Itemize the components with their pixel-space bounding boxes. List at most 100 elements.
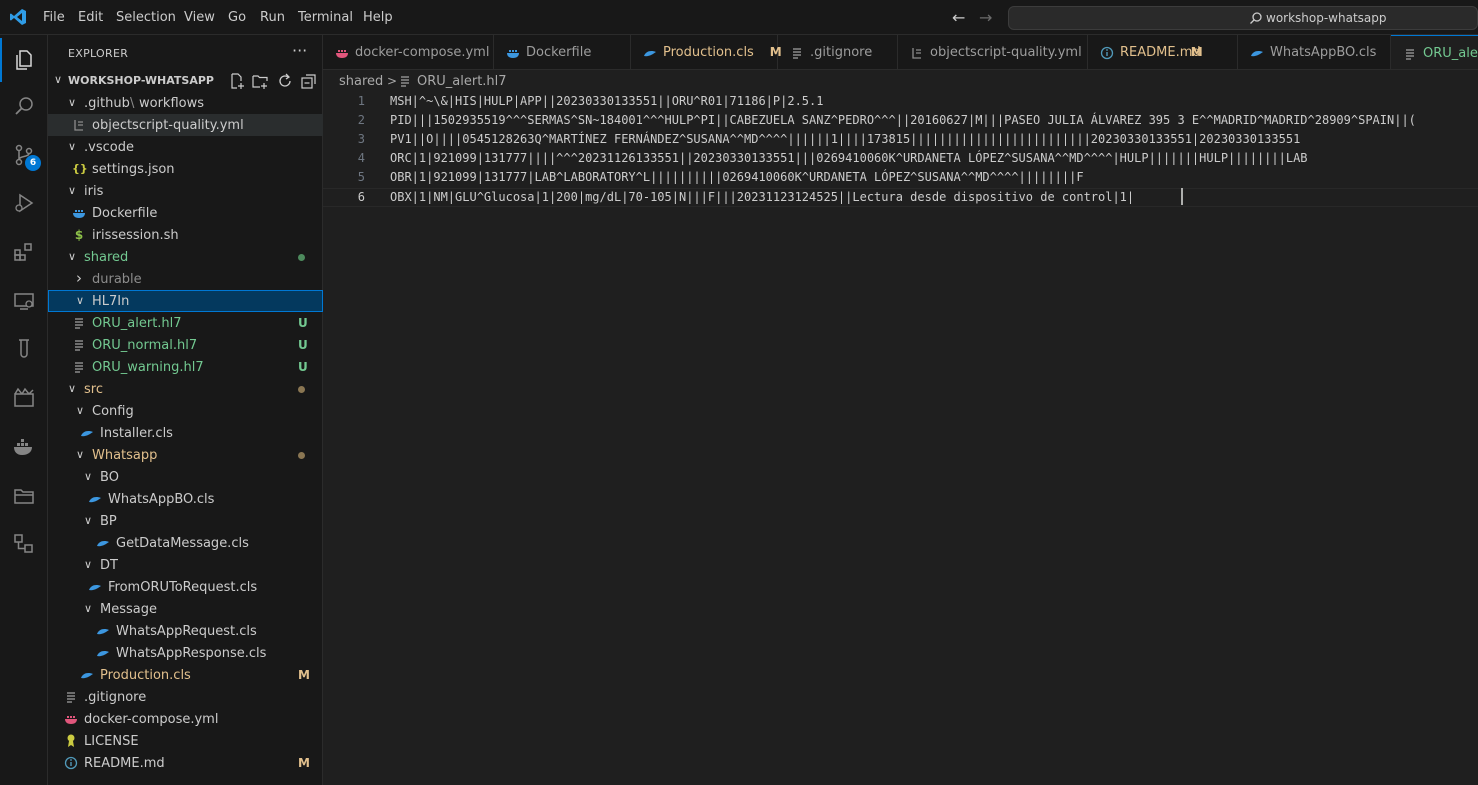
code-editor[interactable]: 1 MSH|^~\&|HIS|HULP|APP||20230330133551||…	[323, 92, 1478, 785]
git-status-badge: M	[298, 668, 310, 682]
tree-file[interactable]: README.md M	[48, 752, 323, 774]
testing-icon[interactable]	[0, 327, 48, 371]
tree-file[interactable]: {} settings.json	[48, 158, 323, 180]
editor-tab[interactable]: Production.cls M	[631, 35, 782, 69]
menu-file[interactable]: File	[43, 10, 65, 25]
tree-file[interactable]: Installer.cls	[48, 422, 323, 444]
tree-folder[interactable]: ∨ BP	[48, 510, 323, 532]
tree-folder[interactable]: ∨ HL7In	[48, 290, 323, 312]
tree-folder[interactable]: ∨ .github \ workflows	[48, 92, 323, 114]
menu-selection[interactable]: Selection	[116, 10, 176, 25]
code-line[interactable]: 2 PID|||1502935519^^^SERMAS^SN~184001^^^H…	[323, 112, 1478, 131]
tree-file[interactable]: FromORUToRequest.cls	[48, 576, 323, 598]
chevron-down-icon[interactable]: ∨	[68, 140, 80, 153]
editor-tab[interactable]: WhatsAppBO.cls	[1238, 35, 1391, 69]
tree-file[interactable]: LICENSE	[48, 730, 323, 752]
new-folder-icon[interactable]	[251, 72, 269, 90]
tree-file[interactable]: ORU_warning.hl7 U	[48, 356, 323, 378]
editor-tab[interactable]: docker-compose.yml	[323, 35, 494, 69]
tree-folder[interactable]: ∨ Config	[48, 400, 323, 422]
chevron-down-icon[interactable]: ∨	[68, 184, 80, 197]
command-center-search[interactable]: workshop-whatsapp	[1008, 6, 1478, 30]
code-line[interactable]: 6 OBX|1|NM|GLU^Glucosa|1|200|mg/dL|70-105…	[323, 188, 1478, 207]
tree-item-label: DT	[100, 558, 118, 573]
chevron-down-icon[interactable]: ∨	[76, 294, 88, 307]
chevron-right-icon[interactable]: ›	[76, 269, 88, 287]
menu-go[interactable]: Go	[228, 10, 246, 25]
menu-run[interactable]: Run	[260, 10, 285, 25]
editor-tab[interactable]: README.md M	[1088, 35, 1238, 69]
tree-file[interactable]: WhatsAppBO.cls	[48, 488, 323, 510]
source-control-icon[interactable]	[0, 133, 48, 177]
tree-item-label: README.md	[84, 756, 165, 771]
explorer-icon[interactable]	[0, 38, 48, 82]
tree-folder[interactable]: ∨ .vscode	[48, 136, 323, 158]
editor-tab[interactable]: Dockerfile	[494, 35, 631, 69]
tree-file[interactable]: Production.cls M	[48, 664, 323, 686]
search-icon[interactable]	[0, 84, 48, 128]
license-file-icon	[64, 733, 78, 749]
line-number: 2	[357, 113, 365, 127]
chevron-down-icon[interactable]: ∨	[84, 470, 96, 483]
tree-item-label: settings.json	[92, 162, 175, 177]
editor-tab[interactable]: ORU_alert.hl7	[1391, 35, 1478, 69]
tree-folder[interactable]: ∨ iris	[48, 180, 323, 202]
chevron-down-icon[interactable]: ∨	[68, 250, 80, 263]
tree-file[interactable]: WhatsAppResponse.cls	[48, 642, 323, 664]
tree-file[interactable]: .gitignore	[48, 686, 323, 708]
new-file-icon[interactable]	[228, 72, 246, 90]
workspace-title[interactable]: WORKSHOP-WHATSAPP	[68, 74, 214, 87]
tree-file[interactable]: ORU_normal.hl7 U	[48, 334, 323, 356]
editor-tab[interactable]: objectscript-quality.yml	[898, 35, 1088, 69]
folders-icon[interactable]	[0, 474, 48, 518]
info-file-icon	[64, 755, 78, 771]
chevron-down-icon[interactable]: ∨	[84, 602, 96, 615]
chevron-down-icon[interactable]: ∨	[54, 73, 62, 86]
docker-icon[interactable]	[0, 425, 48, 469]
more-actions-icon[interactable]: ···	[292, 41, 307, 60]
editor-tab[interactable]: .gitignore	[778, 35, 898, 69]
code-line[interactable]: 1 MSH|^~\&|HIS|HULP|APP||20230330133551||…	[323, 93, 1478, 112]
structure-icon[interactable]	[0, 522, 48, 566]
tree-folder[interactable]: ∨ DT	[48, 554, 323, 576]
tree-file[interactable]: $ irissession.sh	[48, 224, 323, 246]
chevron-down-icon[interactable]: ∨	[84, 558, 96, 571]
chevron-down-icon[interactable]: ∨	[68, 382, 80, 395]
refresh-icon[interactable]	[276, 72, 294, 90]
code-line[interactable]: 5 OBR|1|921099|131777|LAB^LABORATORY^L|||…	[323, 169, 1478, 188]
tree-folder[interactable]: ∨ Whatsapp	[48, 444, 323, 466]
menu-edit[interactable]: Edit	[78, 10, 103, 25]
breadcrumb-file[interactable]: ORU_alert.hl7	[417, 74, 507, 89]
tree-folder[interactable]: ∨ BO	[48, 466, 323, 488]
tree-folder[interactable]: ∨ src	[48, 378, 323, 400]
cls-file-icon	[80, 667, 94, 683]
chevron-down-icon[interactable]: ∨	[76, 448, 88, 461]
breadcrumb-folder[interactable]: shared	[339, 74, 383, 89]
chevron-down-icon[interactable]: ∨	[84, 514, 96, 527]
chevron-down-icon[interactable]: ∨	[68, 96, 80, 109]
extensions-icon[interactable]	[0, 230, 48, 274]
chevron-down-icon[interactable]: ∨	[76, 404, 88, 417]
tree-file[interactable]: ORU_alert.hl7 U	[48, 312, 323, 334]
tree-file[interactable]: GetDataMessage.cls	[48, 532, 323, 554]
tree-file[interactable]: docker-compose.yml	[48, 708, 323, 730]
tree-file[interactable]: objectscript-quality.yml	[48, 114, 323, 136]
code-line[interactable]: 4 ORC|1|921099|131777||||^^^2023112613355…	[323, 150, 1478, 169]
menu-terminal[interactable]: Terminal	[298, 10, 353, 25]
menu-view[interactable]: View	[184, 10, 215, 25]
code-line[interactable]: 3 PV1||O||||0545128263Q^MARTÍNEZ FERNÁNDE…	[323, 131, 1478, 150]
collapse-all-icon[interactable]	[300, 72, 318, 90]
tab-label: README.md	[1120, 45, 1201, 60]
tree-folder[interactable]: ∨ shared	[48, 246, 323, 268]
run-debug-icon[interactable]	[0, 181, 48, 225]
workspace-actions	[228, 72, 320, 90]
arrow-left-icon[interactable]: ←	[952, 8, 965, 27]
remote-explorer-icon[interactable]	[0, 279, 48, 323]
arrow-right-icon[interactable]: →	[979, 8, 992, 27]
menu-help[interactable]: Help	[363, 10, 393, 25]
tree-file[interactable]: WhatsAppRequest.cls	[48, 620, 323, 642]
tree-folder[interactable]: ∨ Message	[48, 598, 323, 620]
tree-file[interactable]: Dockerfile	[48, 202, 323, 224]
tree-folder[interactable]: › durable	[48, 268, 323, 290]
objectscript-icon[interactable]	[0, 376, 48, 420]
